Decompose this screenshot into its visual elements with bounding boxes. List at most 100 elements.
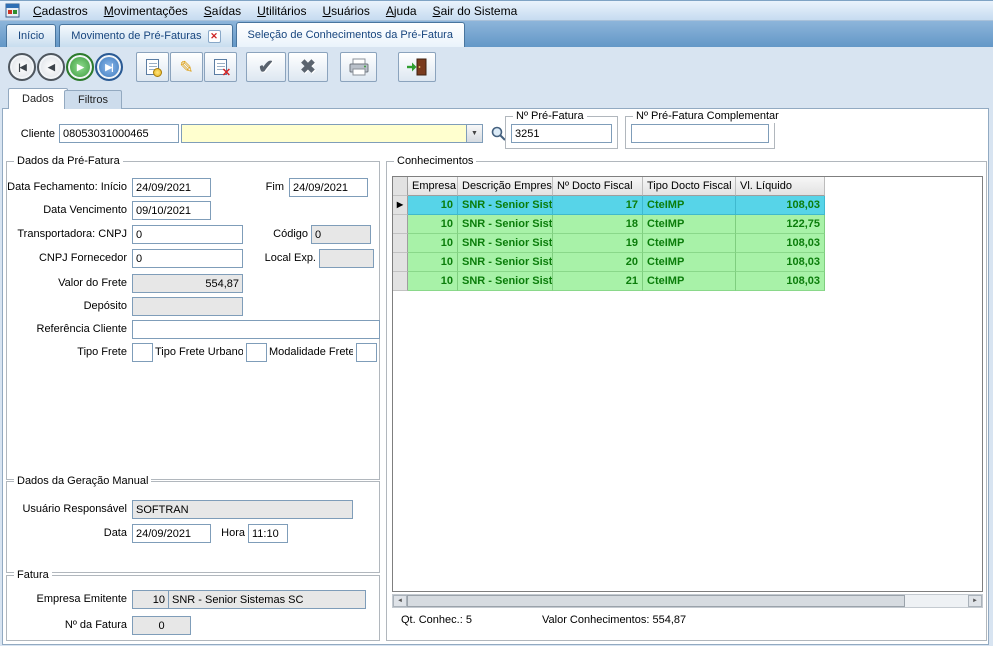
grid-cell[interactable]: CteIMP	[643, 234, 736, 253]
menu-item-saidas[interactable]: Saídas	[196, 3, 249, 19]
grid-cell[interactable]: CteIMP	[643, 215, 736, 234]
pre-fatura-complementar-input[interactable]	[631, 124, 769, 143]
last-record-button[interactable]: ▶|	[95, 53, 123, 81]
close-tab-icon[interactable]: ✕	[208, 30, 221, 43]
tipo-frete-label: Tipo Frete	[7, 343, 127, 362]
cliente-codigo-input[interactable]	[59, 124, 179, 143]
first-record-button[interactable]: |◀	[8, 53, 36, 81]
grid-cell[interactable]: 17	[553, 196, 643, 215]
edit-record-button[interactable]: ✎	[170, 52, 203, 82]
grid-cell[interactable]: 10	[408, 196, 458, 215]
menu-item-cadastros[interactable]: Cadastros	[25, 3, 96, 19]
column-header-num-docto-fiscal[interactable]: Nº Docto Fiscal	[553, 177, 643, 196]
geracao-data-input[interactable]	[132, 524, 211, 543]
scrollbar-thumb[interactable]	[407, 595, 905, 607]
print-button[interactable]	[340, 52, 377, 82]
grid-row[interactable]: 10 SNR - Senior Sistem 18 CteIMP 122,75	[393, 215, 982, 234]
column-header-descricao-empresa[interactable]: Descrição Empresa	[458, 177, 553, 196]
cnpj-fornecedor-input[interactable]	[132, 249, 243, 268]
data-fechamento-inicio-input[interactable]	[132, 178, 211, 197]
empresa-emitente-nome-input[interactable]	[168, 590, 366, 609]
valor-frete-input[interactable]	[132, 274, 243, 293]
grid-row[interactable]: 10 SNR - Senior Sistem 19 CteIMP 108,03	[393, 234, 982, 253]
grid-cell[interactable]: 108,03	[736, 272, 825, 291]
conhecimentos-group-title: Conhecimentos	[394, 154, 476, 168]
grid-row[interactable]: 10 SNR - Senior Sistem 21 CteIMP 108,03	[393, 272, 982, 291]
tipo-frete-input[interactable]	[132, 343, 153, 362]
usuario-responsavel-input[interactable]	[132, 500, 353, 519]
cliente-combobox[interactable]: ▼	[181, 124, 483, 143]
menu-item-usuarios[interactable]: Usuários	[314, 3, 377, 19]
tab-movimento-pre-faturas[interactable]: Movimento de Pré-Faturas ✕	[59, 24, 232, 47]
grid-cell[interactable]: 10	[408, 253, 458, 272]
insert-record-icon	[146, 59, 159, 75]
exit-button[interactable]	[398, 52, 436, 82]
grid-cell[interactable]: 108,03	[736, 253, 825, 272]
menu-item-movimentacoes[interactable]: Movimentações	[96, 3, 196, 19]
tab-inicio[interactable]: Início	[6, 24, 56, 47]
grid-cell[interactable]: 18	[553, 215, 643, 234]
grid-cell[interactable]: CteIMP	[643, 272, 736, 291]
confirm-button[interactable]: ✔	[246, 52, 286, 82]
menu-item-utilitarios[interactable]: Utilitários	[249, 3, 314, 19]
fatura-group: Fatura Empresa Emitente Nº da Fatura	[6, 575, 380, 641]
grid-cell[interactable]: SNR - Senior Sistem	[458, 196, 553, 215]
grid-cell[interactable]: 10	[408, 272, 458, 291]
grid-cell[interactable]: SNR - Senior Sistem	[458, 215, 553, 234]
prior-record-button[interactable]: ◀	[37, 53, 65, 81]
grid-row[interactable]: 10 SNR - Senior Sistem 20 CteIMP 108,03	[393, 253, 982, 272]
grid-cell[interactable]: 21	[553, 272, 643, 291]
grid-cell[interactable]: 122,75	[736, 215, 825, 234]
grid-cell[interactable]: 108,03	[736, 234, 825, 253]
tab-filtros[interactable]: Filtros	[64, 90, 122, 109]
tipo-frete-urbano-input[interactable]	[246, 343, 267, 362]
grid-cell[interactable]: 108,03	[736, 196, 825, 215]
insert-record-button[interactable]	[136, 52, 169, 82]
menu-item-ajuda[interactable]: Ajuda	[378, 3, 425, 19]
transportadora-cnpj-input[interactable]	[132, 225, 243, 244]
column-header-empresa[interactable]: Empresa	[408, 177, 458, 196]
chevron-down-icon[interactable]: ▼	[466, 125, 482, 142]
scroll-right-icon[interactable]: ►	[968, 595, 982, 607]
grid-cell[interactable]: CteIMP	[643, 196, 736, 215]
column-header-tipo-docto-fiscal[interactable]: Tipo Docto Fiscal	[643, 177, 736, 196]
grid-cell[interactable]: 20	[553, 253, 643, 272]
data-fechamento-fim-input[interactable]	[289, 178, 368, 197]
codigo-input[interactable]	[311, 225, 371, 244]
deposito-input[interactable]	[132, 297, 243, 316]
grid-cell[interactable]: 19	[553, 234, 643, 253]
tab-strip: Início Movimento de Pré-Faturas ✕ Seleçã…	[0, 21, 993, 47]
grid-cell[interactable]: 10	[408, 234, 458, 253]
next-record-button[interactable]: ▶	[66, 53, 94, 81]
grid-horizontal-scrollbar[interactable]: ◄ ►	[392, 594, 983, 608]
delete-record-button[interactable]: ✕	[204, 52, 237, 82]
referencia-cliente-input[interactable]	[132, 320, 380, 339]
pre-fatura-input[interactable]	[511, 124, 612, 143]
tab-dados[interactable]: Dados	[8, 88, 68, 109]
modalidade-frete-input[interactable]	[356, 343, 377, 362]
pre-fatura-group: Nº Pré-Fatura	[505, 116, 618, 149]
status-valor-conhecimentos: Valor Conhecimentos: 554,87	[542, 614, 686, 626]
cancel-button[interactable]: ✖	[288, 52, 328, 82]
conhecimentos-grid[interactable]: Empresa Descrição Empresa Nº Docto Fisca…	[392, 176, 983, 592]
data-vencimento-input[interactable]	[132, 201, 211, 220]
grid-cell[interactable]: CteIMP	[643, 253, 736, 272]
grid-cell[interactable]: 10	[408, 215, 458, 234]
grid-cell[interactable]: SNR - Senior Sistem	[458, 272, 553, 291]
menu-item-sair[interactable]: Sair do Sistema	[425, 3, 526, 19]
valor-frete-label: Valor do Frete	[7, 274, 127, 293]
tab-selecao-conhecimentos[interactable]: Seleção de Conhecimentos da Pré-Fatura	[236, 22, 465, 47]
scroll-left-icon[interactable]: ◄	[393, 595, 407, 607]
status-qt-conhecimentos: Qt. Conhec.: 5	[401, 614, 472, 626]
pencil-icon: ✎	[179, 59, 193, 76]
grid-cell[interactable]: SNR - Senior Sistem	[458, 253, 553, 272]
grid-cell[interactable]: SNR - Senior Sistem	[458, 234, 553, 253]
local-exp-input[interactable]	[319, 249, 374, 268]
cliente-combobox-value	[182, 125, 466, 142]
scrollbar-track[interactable]	[905, 595, 968, 607]
grid-row[interactable]: ▶ 10 SNR - Senior Sistem 17 CteIMP 108,0…	[393, 196, 982, 215]
empresa-emitente-codigo-input[interactable]	[132, 590, 169, 609]
numero-fatura-input[interactable]	[132, 616, 191, 635]
hora-input[interactable]	[248, 524, 288, 543]
column-header-vl-liquido[interactable]: Vl. Líquido	[736, 177, 825, 196]
